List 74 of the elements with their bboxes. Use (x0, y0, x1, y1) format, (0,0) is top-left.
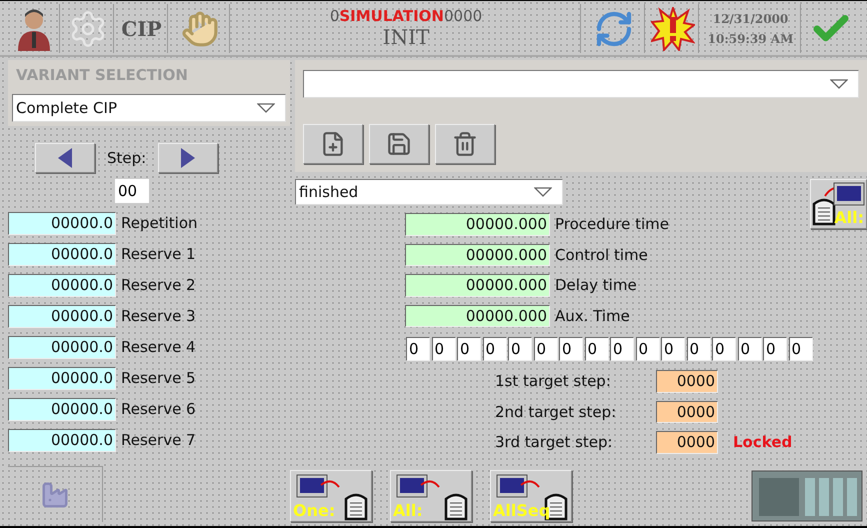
parameter-field[interactable]: 00000.0 (8, 305, 116, 328)
bit-field[interactable]: 0 (712, 337, 736, 361)
time-field[interactable]: 00000.000 (405, 244, 550, 266)
parameter-field[interactable]: 00000.0 (8, 398, 116, 420)
previous-step-button[interactable] (35, 143, 95, 173)
parameter-label: Reserve 5 (121, 369, 196, 388)
bit-field[interactable]: 0 (457, 337, 481, 361)
time-text: 10:59:39 AM (708, 32, 794, 46)
next-step-button[interactable] (158, 143, 218, 173)
new-button[interactable] (303, 124, 363, 164)
left-triangle-icon (58, 148, 72, 168)
section-title: VARIANT SELECTION (15, 66, 189, 84)
parameter-label: Reserve 3 (121, 307, 196, 326)
factory-icon (40, 480, 70, 510)
time-field[interactable]: 00000.000 (405, 274, 550, 296)
parameter-label: Reserve 2 (121, 276, 196, 294)
bit-field[interactable]: 0 (432, 337, 456, 361)
time-field[interactable]: 00000.000 (405, 213, 550, 236)
date-text: 12/31/2000 (712, 12, 788, 26)
alarm-burst-icon (650, 6, 694, 50)
bit-field[interactable]: 0 (508, 337, 532, 361)
bit-field[interactable]: 0 (406, 337, 430, 361)
bit-field[interactable]: 0 (738, 337, 762, 361)
bit-field[interactable]: 0 (788, 337, 812, 361)
simulation-counter: 0SIMULATION0000 (330, 8, 482, 25)
parameter-label: Repetition (121, 214, 198, 232)
bit-field[interactable]: 0 (482, 337, 506, 361)
cip-button[interactable]: CIP (116, 4, 168, 53)
caret-icon (534, 187, 552, 197)
bit-field[interactable]: 0 (559, 337, 583, 361)
save-icon (386, 131, 412, 157)
hand-icon (180, 10, 218, 48)
bit-field[interactable]: 0 (534, 337, 558, 361)
parameter-label: Reserve 7 (121, 431, 196, 450)
step-field[interactable]: 00 (115, 179, 149, 203)
parameter-field[interactable]: 00000.0 (8, 274, 116, 296)
bit-field[interactable]: 0 (584, 337, 608, 361)
target-step-field[interactable]: 0000 (656, 370, 718, 392)
bit-field[interactable]: 0 (610, 337, 634, 361)
save-button[interactable] (369, 124, 429, 164)
target-step-label: 3rd target step: (495, 433, 614, 452)
step-label: Step: (107, 149, 146, 167)
time-field[interactable]: 00000.000 (405, 304, 550, 327)
bit-field[interactable]: 0 (763, 337, 787, 361)
caret-icon (830, 79, 848, 89)
delete-button[interactable] (435, 124, 495, 164)
time-label: Procedure time (555, 215, 670, 234)
parameter-field[interactable]: 00000.0 (8, 336, 116, 358)
parameter-label: Reserve 4 (121, 338, 196, 356)
parameter-field[interactable]: 00000.0 (8, 429, 116, 452)
bit-field[interactable]: 0 (636, 337, 660, 361)
target-step-field[interactable]: 0000 (656, 400, 718, 423)
target-step-label: 2nd target step: (495, 402, 618, 421)
delete-icon (452, 131, 478, 157)
status-text: INIT (382, 24, 430, 49)
target-step-label: 1st target step: (495, 372, 612, 390)
state-dropdown[interactable]: finished (295, 179, 563, 205)
target-step-field[interactable]: 0000 (656, 431, 718, 454)
parameter-label: Reserve 6 (121, 400, 196, 418)
parameter-field[interactable]: 00000.0 (8, 367, 116, 390)
time-label: Aux. Time (555, 306, 630, 325)
bit-field[interactable]: 0 (661, 337, 685, 361)
variant-dropdown[interactable]: Complete CIP (12, 94, 286, 122)
time-label: Control time (555, 246, 648, 264)
caret-icon (257, 103, 275, 113)
bit-field[interactable]: 0 (686, 337, 710, 361)
right-triangle-icon (181, 148, 196, 168)
recipe-dropdown[interactable] (303, 70, 859, 98)
lock-status: Locked (733, 433, 792, 452)
person-icon (16, 6, 52, 50)
parameter-field[interactable]: 00000.0 (8, 212, 116, 234)
parameter-field[interactable]: 00000.0 (8, 243, 116, 266)
time-label: Delay time (555, 276, 637, 294)
parameter-label: Reserve 1 (121, 245, 196, 264)
